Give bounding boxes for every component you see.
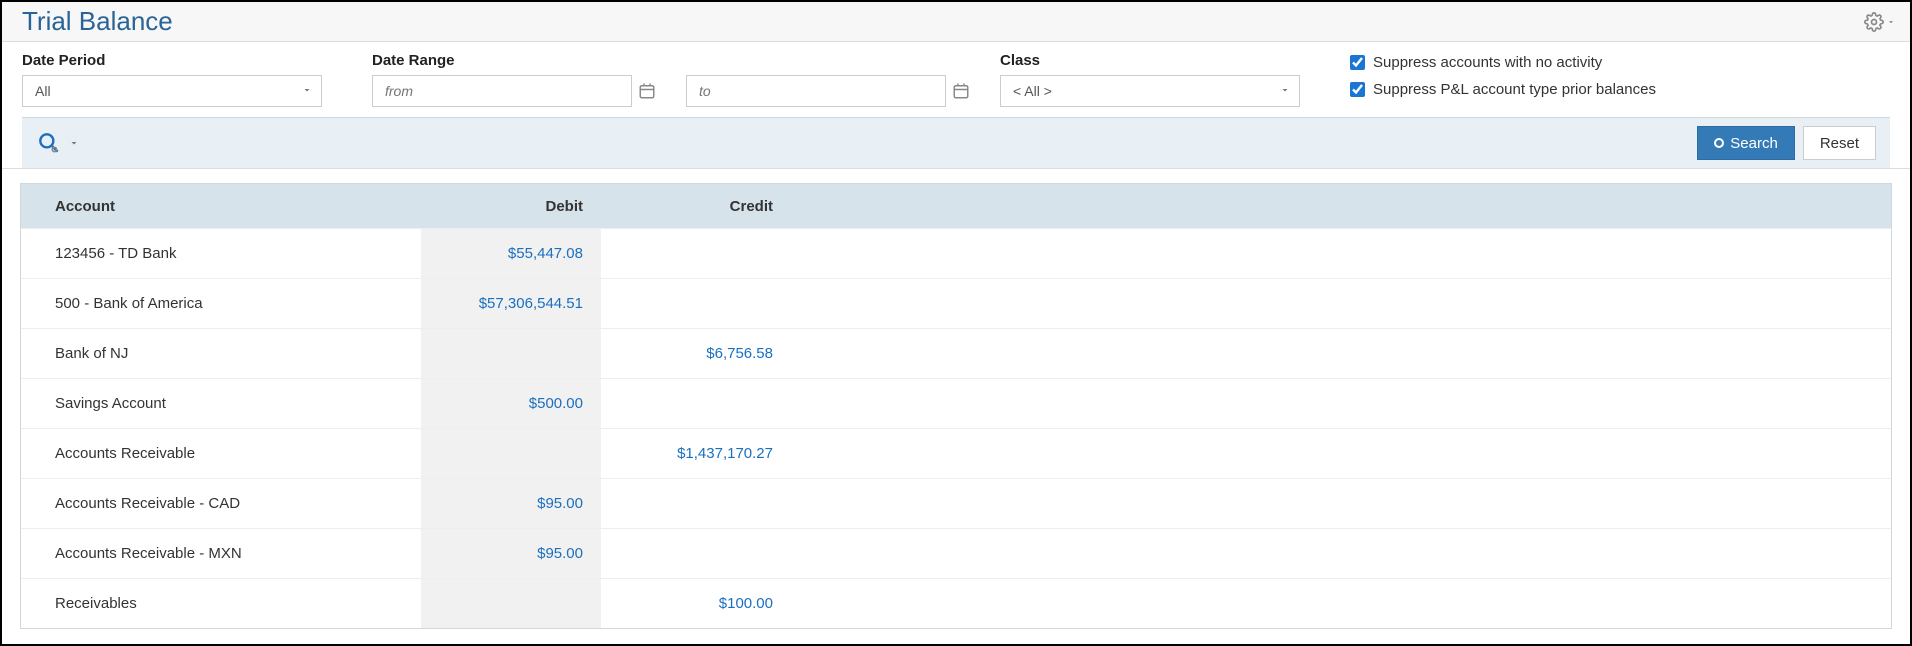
table-header-row: Account Debit Credit bbox=[21, 184, 1891, 228]
suppress-pl-prior-label: Suppress P&L account type prior balances bbox=[1373, 81, 1656, 98]
debit-amount-link[interactable]: $57,306,544.51 bbox=[479, 295, 583, 312]
credit-cell bbox=[601, 279, 791, 328]
search-gear-icon bbox=[36, 130, 62, 156]
account-cell: 500 - Bank of America bbox=[21, 295, 421, 312]
debit-amount-link[interactable]: $500.00 bbox=[529, 395, 583, 412]
search-button[interactable]: Search bbox=[1697, 126, 1795, 160]
debit-cell: $57,306,544.51 bbox=[421, 279, 601, 328]
credit-cell: $6,756.58 bbox=[601, 329, 791, 378]
suppress-no-activity-input[interactable] bbox=[1350, 55, 1365, 70]
date-to-input[interactable] bbox=[687, 76, 945, 106]
account-cell: Accounts Receivable - MXN bbox=[21, 545, 421, 562]
credit-amount-link[interactable]: $100.00 bbox=[719, 595, 773, 612]
credit-amount-link[interactable]: $6,756.58 bbox=[706, 345, 773, 362]
debit-cell bbox=[421, 429, 601, 478]
table-row[interactable]: Accounts Receivable - CAD $95.00 bbox=[21, 478, 1891, 528]
table-row[interactable]: Receivables $100.00 bbox=[21, 578, 1891, 628]
account-cell: Receivables bbox=[21, 595, 421, 612]
date-period-label: Date Period bbox=[22, 52, 342, 69]
table-body[interactable]: 123456 - TD Bank $55,447.08 500 - Bank of … bbox=[21, 228, 1891, 628]
radio-dot-icon bbox=[1714, 138, 1724, 148]
trial-balance-table: Account Debit Credit 123456 - TD Bank $55… bbox=[20, 183, 1892, 629]
debit-cell: $55,447.08 bbox=[421, 229, 601, 278]
date-range-label: Date Range bbox=[372, 52, 970, 69]
date-period-select[interactable]: All bbox=[22, 75, 322, 107]
account-cell: 123456 - TD Bank bbox=[21, 245, 421, 262]
table-row[interactable]: 123456 - TD Bank $55,447.08 bbox=[21, 228, 1891, 278]
debit-cell bbox=[421, 329, 601, 378]
debit-cell: $95.00 bbox=[421, 479, 601, 528]
table-row[interactable]: Savings Account $500.00 bbox=[21, 378, 1891, 428]
credit-cell bbox=[601, 229, 791, 278]
credit-cell: $1,437,170.27 bbox=[601, 429, 791, 478]
account-cell: Savings Account bbox=[21, 395, 421, 412]
col-header-debit[interactable]: Debit bbox=[421, 198, 601, 215]
debit-cell bbox=[421, 579, 601, 628]
suppress-pl-prior-input[interactable] bbox=[1350, 82, 1365, 97]
calendar-icon bbox=[952, 82, 970, 100]
class-label: Class bbox=[1000, 52, 1320, 69]
calendar-icon bbox=[638, 82, 656, 100]
saved-views-button[interactable] bbox=[36, 130, 80, 156]
suppress-pl-prior-checkbox[interactable]: Suppress P&L account type prior balances bbox=[1350, 81, 1656, 98]
class-value: < All > bbox=[1013, 83, 1052, 99]
account-cell: Accounts Receivable - CAD bbox=[21, 495, 421, 512]
table-row[interactable]: Bank of NJ $6,756.58 bbox=[21, 328, 1891, 378]
search-button-label: Search bbox=[1730, 135, 1778, 152]
chevron-down-icon bbox=[1886, 17, 1896, 27]
suppress-no-activity-label: Suppress accounts with no activity bbox=[1373, 54, 1602, 71]
reset-button-label: Reset bbox=[1820, 135, 1859, 152]
table-row[interactable]: Accounts Receivable $1,437,170.27 bbox=[21, 428, 1891, 478]
debit-cell: $500.00 bbox=[421, 379, 601, 428]
chevron-down-icon bbox=[68, 137, 80, 149]
debit-amount-link[interactable]: $95.00 bbox=[537, 495, 583, 512]
date-from-input[interactable] bbox=[373, 76, 631, 106]
date-period-value: All bbox=[35, 83, 51, 99]
suppress-no-activity-checkbox[interactable]: Suppress accounts with no activity bbox=[1350, 54, 1656, 71]
credit-amount-link[interactable]: $1,437,170.27 bbox=[677, 445, 773, 462]
chevron-down-icon bbox=[301, 83, 313, 99]
col-header-account[interactable]: Account bbox=[21, 198, 421, 215]
account-cell: Bank of NJ bbox=[21, 345, 421, 362]
credit-cell bbox=[601, 529, 791, 578]
calendar-to-button[interactable] bbox=[952, 82, 970, 100]
debit-amount-link[interactable]: $95.00 bbox=[537, 545, 583, 562]
debit-amount-link[interactable]: $55,447.08 bbox=[508, 245, 583, 262]
table-row[interactable]: Accounts Receivable - MXN $95.00 bbox=[21, 528, 1891, 578]
reset-button[interactable]: Reset bbox=[1803, 126, 1876, 160]
credit-cell bbox=[601, 379, 791, 428]
class-select[interactable]: < All > bbox=[1000, 75, 1300, 107]
credit-cell bbox=[601, 479, 791, 528]
page-title: Trial Balance bbox=[22, 6, 173, 37]
chevron-down-icon bbox=[1279, 83, 1291, 99]
debit-cell: $95.00 bbox=[421, 529, 601, 578]
calendar-from-button[interactable] bbox=[638, 82, 656, 100]
col-header-credit[interactable]: Credit bbox=[601, 198, 791, 215]
credit-cell: $100.00 bbox=[601, 579, 791, 628]
table-row[interactable]: 500 - Bank of America $57,306,544.51 bbox=[21, 278, 1891, 328]
gear-icon bbox=[1864, 12, 1884, 32]
settings-gear-button[interactable] bbox=[1864, 12, 1896, 32]
account-cell: Accounts Receivable bbox=[21, 445, 421, 462]
